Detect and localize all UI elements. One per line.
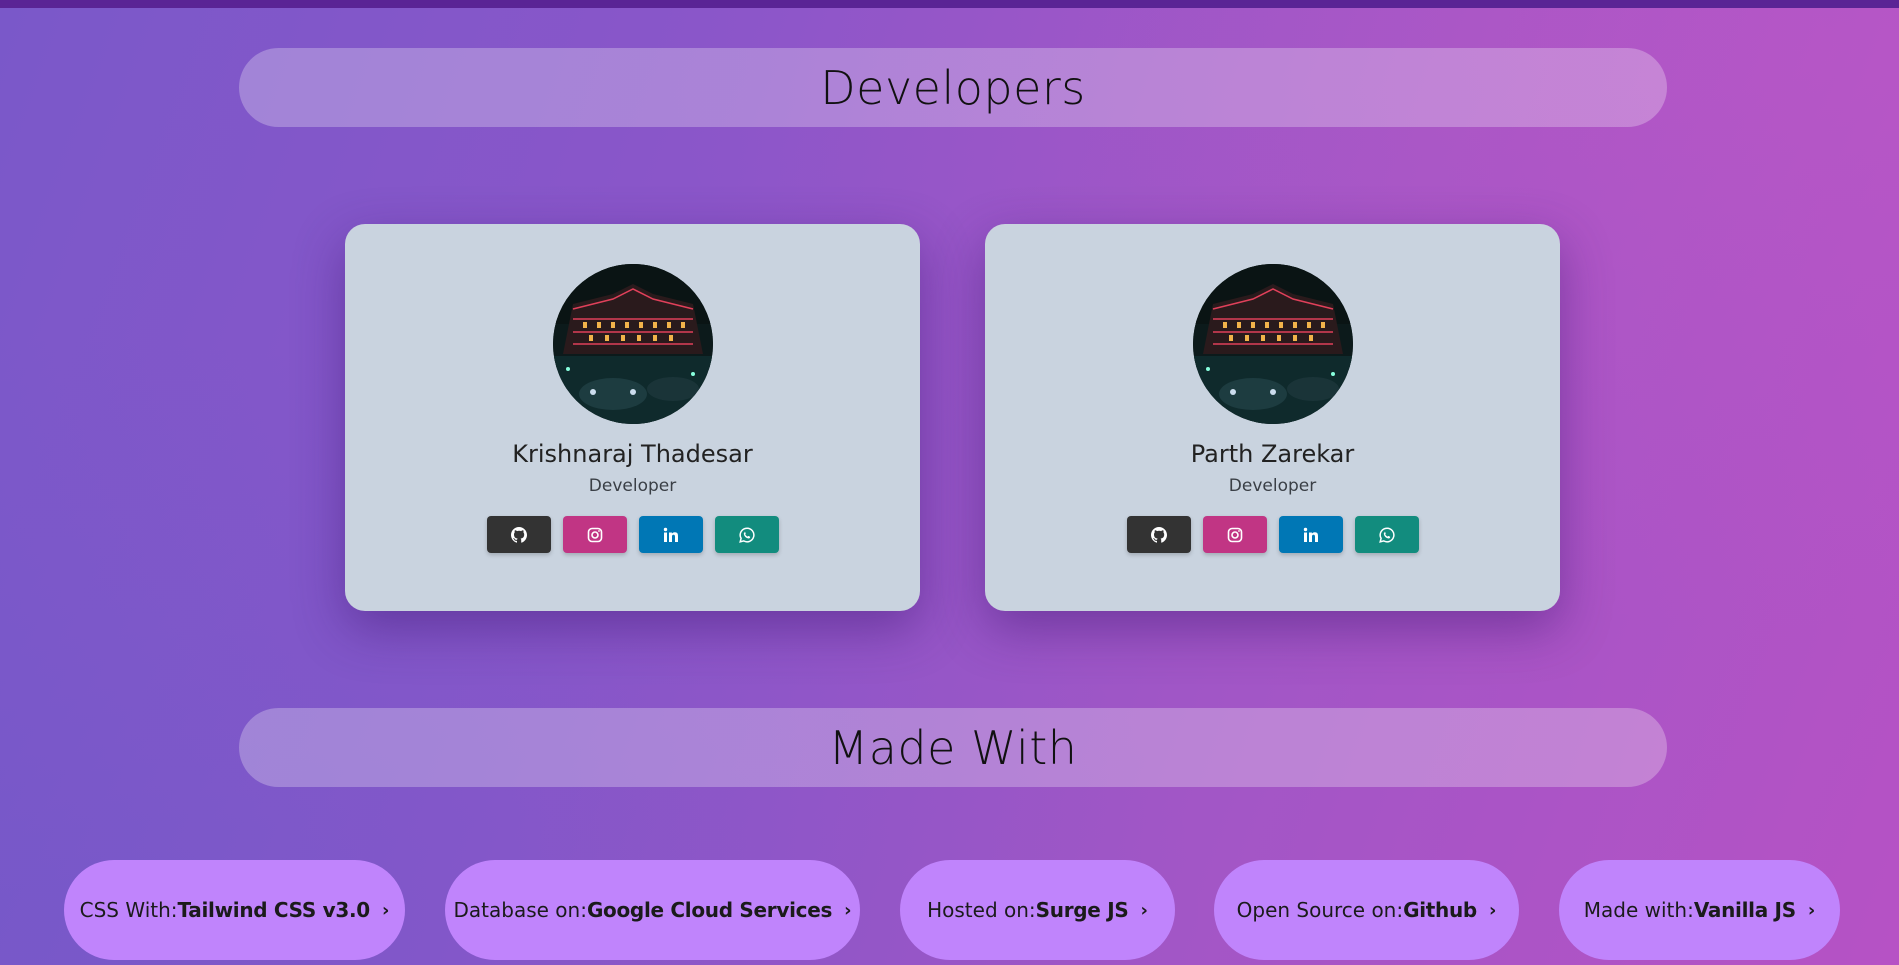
developer-role: Developer — [588, 476, 677, 496]
made-with-title: Made With — [828, 720, 1078, 775]
linkedin-button[interactable] — [638, 516, 703, 553]
pill-value: Github — [1403, 898, 1477, 922]
avatar — [552, 264, 713, 424]
pill-value: Tailwind CSS v3.0 — [177, 898, 371, 922]
instagram-button[interactable] — [562, 516, 627, 553]
developer-name: Krishnaraj Thadesar — [512, 440, 753, 468]
made-with-header: Made With — [239, 708, 1667, 787]
github-button[interactable] — [486, 516, 551, 553]
pill-value: Surge JS — [1035, 898, 1129, 922]
whatsapp-icon — [738, 526, 755, 543]
chevron-right-icon: › — [381, 899, 390, 921]
background-gradient — [0, 0, 1899, 965]
whatsapp-button[interactable] — [714, 516, 779, 553]
instagram-icon — [587, 527, 602, 542]
github-icon — [510, 526, 527, 543]
developer-name: Parth Zarekar — [1190, 440, 1355, 468]
social-links — [1126, 516, 1419, 553]
whatsapp-button[interactable] — [1354, 516, 1419, 553]
top-bar — [0, 0, 1899, 8]
avatar — [1192, 264, 1353, 424]
made-with-pill-hosting[interactable]: Hosted on: Surge JS › — [900, 860, 1175, 960]
pill-label: Database on: — [453, 898, 587, 922]
pill-label: CSS With: — [79, 898, 178, 922]
developer-card: Krishnaraj Thadesar Developer — [345, 224, 920, 611]
social-links — [486, 516, 779, 553]
made-with-pill-css[interactable]: CSS With: Tailwind CSS v3.0 › — [64, 860, 405, 960]
developer-role: Developer — [1228, 476, 1317, 496]
made-with-pill-database[interactable]: Database on: Google Cloud Services › — [445, 860, 860, 960]
linkedin-icon — [663, 527, 678, 542]
chevron-right-icon: › — [1488, 899, 1497, 921]
developers-header: Developers — [239, 48, 1667, 127]
whatsapp-icon — [1378, 526, 1395, 543]
github-icon — [1150, 526, 1167, 543]
made-with-pill-vanilla-js[interactable]: Made with: Vanilla JS › — [1559, 860, 1840, 960]
pill-value: Google Cloud Services — [586, 898, 833, 922]
chevron-right-icon: › — [844, 899, 852, 921]
instagram-icon — [1227, 527, 1242, 542]
developer-card: Parth Zarekar Developer — [985, 224, 1560, 611]
pill-value: Vanilla JS — [1693, 898, 1796, 922]
linkedin-icon — [1303, 527, 1318, 542]
made-with-pill-open-source[interactable]: Open Source on: Github › — [1214, 860, 1519, 960]
chevron-right-icon: › — [1140, 899, 1148, 921]
pill-label: Hosted on: — [927, 898, 1036, 922]
github-button[interactable] — [1126, 516, 1191, 553]
pill-label: Open Source on: — [1236, 898, 1404, 922]
pill-label: Made with: — [1583, 898, 1694, 922]
chevron-right-icon: › — [1807, 899, 1816, 921]
developers-title: Developers — [820, 60, 1086, 115]
linkedin-button[interactable] — [1278, 516, 1343, 553]
instagram-button[interactable] — [1202, 516, 1267, 553]
